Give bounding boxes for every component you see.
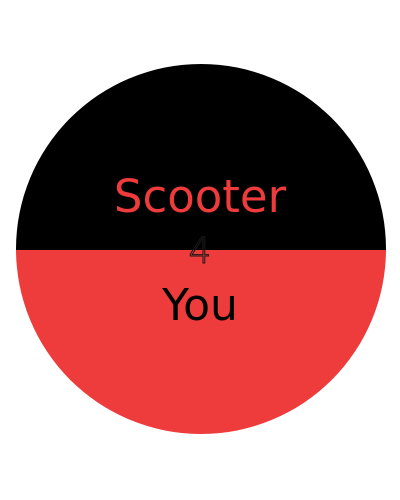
page: Scooter 4 You	[0, 0, 400, 500]
logo-word-you: You	[162, 280, 238, 331]
logo-bottom-half	[16, 250, 386, 434]
logo-word-scooter: Scooter	[113, 170, 287, 223]
logo-word-4: 4	[188, 231, 212, 272]
